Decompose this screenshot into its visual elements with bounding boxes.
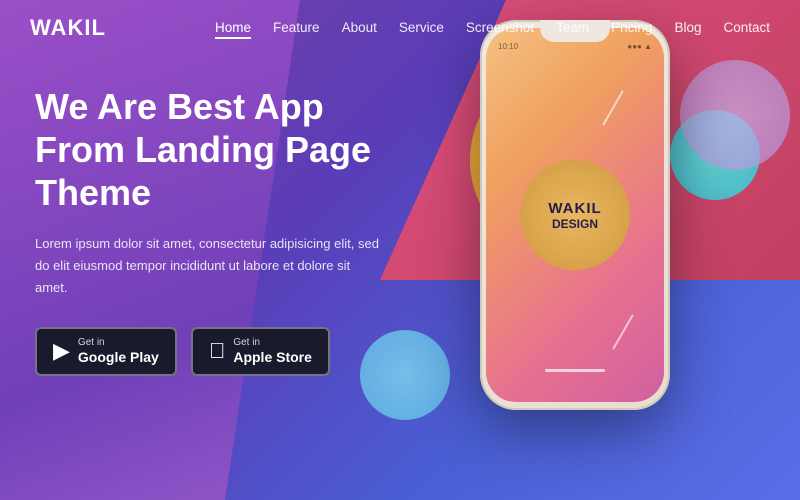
google-play-text: Get in Google Play (78, 337, 159, 366)
nav-link-screenshot[interactable]: Screenshot (466, 20, 534, 35)
google-play-label-large: Google Play (78, 349, 159, 366)
apple-store-button[interactable]:  Get in Apple Store (191, 327, 330, 376)
apple-store-label-small: Get in (233, 337, 312, 349)
circle-lavender (680, 60, 790, 170)
google-play-label-small: Get in (78, 337, 159, 349)
nav-link-team[interactable]: Team (556, 20, 589, 35)
nav-link-pricing[interactable]: Pricing (611, 20, 652, 35)
cta-buttons: ▶ Get in Google Play  Get in Apple Stor… (35, 327, 385, 376)
nav-link-feature[interactable]: Feature (273, 20, 320, 35)
nav-link-blog[interactable]: Blog (674, 20, 701, 35)
nav-item-about[interactable]: About (342, 19, 377, 37)
phone-screen: 10:10 ●●● ▲ WAKIL DESIGN (486, 28, 664, 402)
nav-item-home[interactable]: Home (215, 19, 251, 37)
nav-item-pricing[interactable]: Pricing (611, 19, 652, 37)
phone-logo-circle: WAKIL DESIGN (520, 160, 630, 270)
phone-deco-line-2 (612, 314, 634, 350)
nav-link-about[interactable]: About (342, 20, 377, 35)
nav-links: Home Feature About Service Screenshot Te… (215, 19, 770, 37)
phone-brand-sub: DESIGN (552, 217, 598, 231)
phone-deco-line-1 (602, 90, 624, 126)
nav-link-service[interactable]: Service (399, 20, 444, 35)
nav-item-screenshot[interactable]: Screenshot (466, 19, 534, 37)
hero-content: We Are Best App From Landing Page Theme … (0, 55, 420, 376)
navbar: WAKIL Home Feature About Service Screens… (0, 0, 800, 55)
phone-brand-name: WAKIL (548, 200, 601, 217)
nav-link-contact[interactable]: Contact (723, 20, 770, 35)
nav-item-feature[interactable]: Feature (273, 19, 320, 37)
nav-item-team[interactable]: Team (556, 19, 589, 37)
phone-home-bar (545, 369, 605, 372)
nav-link-home[interactable]: Home (215, 20, 251, 39)
phone-outer: 10:10 ●●● ▲ WAKIL DESIGN (480, 20, 670, 410)
nav-item-blog[interactable]: Blog (674, 19, 701, 37)
site-logo[interactable]: WAKIL (30, 15, 106, 41)
apple-store-label-large: Apple Store (233, 349, 312, 366)
hero-section: WAKIL Home Feature About Service Screens… (0, 0, 800, 500)
nav-item-contact[interactable]: Contact (723, 19, 770, 37)
google-play-button[interactable]: ▶ Get in Google Play (35, 327, 177, 376)
apple-icon:  (209, 340, 226, 362)
hero-description: Lorem ipsum dolor sit amet, consectetur … (35, 233, 385, 299)
apple-store-text: Get in Apple Store (233, 337, 312, 366)
hero-title: We Are Best App From Landing Page Theme (35, 85, 385, 215)
google-play-icon: ▶ (53, 340, 70, 362)
phone-mockup: 10:10 ●●● ▲ WAKIL DESIGN (480, 20, 670, 410)
nav-item-service[interactable]: Service (399, 19, 444, 37)
